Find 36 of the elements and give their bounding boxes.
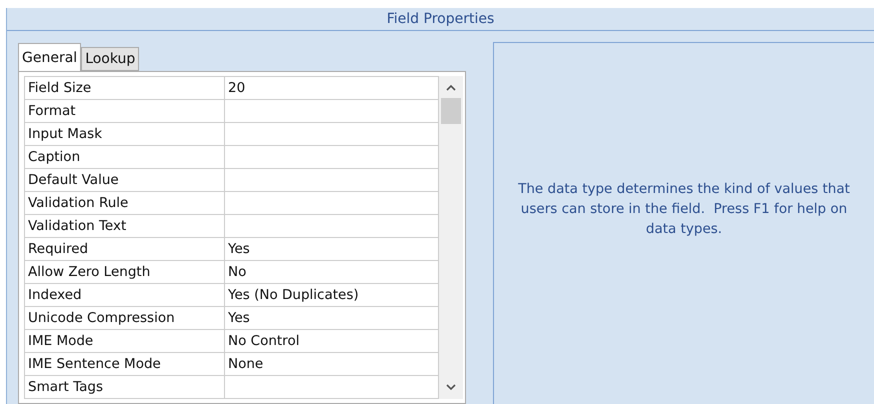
- help-text: The data type determines the kind of values that users can store in the field. Press F1 for help on data types.: [517, 180, 851, 238]
- property-name: Field Size: [25, 77, 225, 100]
- property-value[interactable]: 20: [225, 77, 440, 100]
- panel-title: Field Properties: [386, 11, 494, 27]
- property-name: Validation Rule: [25, 192, 225, 215]
- property-name: IME Mode: [25, 330, 225, 353]
- property-value[interactable]: No Control: [225, 330, 440, 353]
- property-value[interactable]: [225, 123, 440, 146]
- property-name: Unicode Compression: [25, 307, 225, 330]
- property-value[interactable]: [225, 192, 440, 215]
- property-name: Default Value: [25, 169, 225, 192]
- property-value[interactable]: Yes: [225, 238, 440, 261]
- property-name: Indexed: [25, 284, 225, 307]
- property-name: Input Mask: [25, 123, 225, 146]
- tab[interactable]: Lookup: [81, 47, 140, 71]
- property-value[interactable]: Yes (No Duplicates): [225, 284, 440, 307]
- property-value[interactable]: No: [225, 261, 440, 284]
- property-value[interactable]: None: [225, 353, 440, 376]
- property-name: Caption: [25, 146, 225, 169]
- scroll-up-icon[interactable]: [446, 84, 456, 91]
- property-name: Required: [25, 238, 225, 261]
- property-name: Smart Tags: [25, 376, 225, 399]
- property-value[interactable]: [225, 376, 440, 399]
- property-value[interactable]: Yes: [225, 307, 440, 330]
- property-value[interactable]: [225, 169, 440, 192]
- tab[interactable]: General: [18, 43, 82, 71]
- property-value[interactable]: [225, 100, 440, 123]
- property-name: Allow Zero Length: [25, 261, 225, 284]
- property-name: Format: [25, 100, 225, 123]
- property-name: IME Sentence Mode: [25, 353, 225, 376]
- scroll-down-icon[interactable]: [446, 384, 456, 391]
- property-value[interactable]: [225, 146, 440, 169]
- scroll-thumb[interactable]: [441, 98, 462, 124]
- scrollbar[interactable]: [439, 76, 463, 399]
- property-name: Validation Text: [25, 215, 225, 238]
- property-value[interactable]: [225, 215, 440, 238]
